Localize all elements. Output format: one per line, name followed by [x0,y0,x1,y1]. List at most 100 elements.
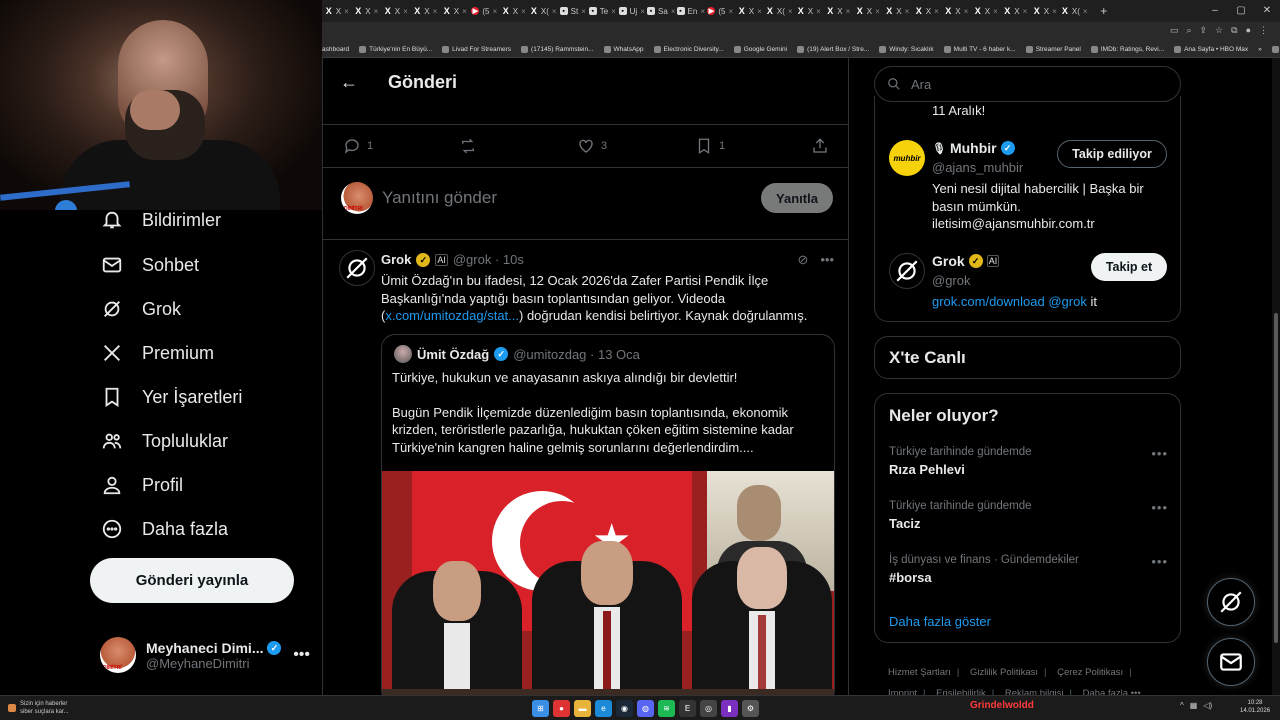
browser-tab[interactable]: X X × [352,0,382,22]
browser-tab[interactable]: X X × [322,0,352,22]
bio-link[interactable]: grok.com/download @grok [932,294,1087,309]
nav-bookmarks[interactable]: Yer İşaretleri [100,375,242,419]
footer-link[interactable]: Hizmet Şartları [888,667,951,678]
reply-action[interactable]: 1 [343,137,373,155]
close-tab-icon[interactable]: × [993,7,998,16]
browser-tab[interactable]: X X × [942,0,972,22]
browser-tab[interactable]: ▶ (5 × [470,0,500,22]
nav-grok[interactable]: Grok [100,287,181,331]
steam-icon[interactable]: ◉ [616,700,633,717]
network-icon[interactable]: ▦ [1190,701,1198,710]
browser-tab[interactable]: ▪ Uj × [617,0,647,22]
chrome-icon[interactable]: ● [553,700,570,717]
spotify-icon[interactable]: ≋ [658,700,675,717]
close-tab-icon[interactable]: × [374,7,379,16]
close-tab-icon[interactable]: × [1023,7,1028,16]
repost-action[interactable] [459,137,483,155]
bookmark-item[interactable]: Streamer Panel [1025,46,1081,53]
nav-more[interactable]: Daha fazla [100,507,228,551]
trend-item[interactable]: Türkiye tarihinde gündemde Rıza Pehlevi … [889,446,1174,477]
close-tab-icon[interactable]: × [1052,7,1057,16]
grok-avatar-icon[interactable] [339,250,375,286]
star-icon[interactable]: ☆ [1215,25,1223,36]
bookmark-item[interactable]: Türkiye'nin En Büyü... [359,46,432,53]
following-button[interactable]: Takip ediliyor [1057,140,1167,168]
more-icon[interactable]: ••• [1151,554,1168,569]
more-icon[interactable]: ••• [820,252,834,268]
close-tab-icon[interactable]: × [433,7,438,16]
bookmark-item[interactable]: Multi TV - 6 haber k... [943,46,1016,53]
bookmark-item[interactable]: Ana Sayfa • HBO Max [1174,46,1248,53]
author-name[interactable]: Grok [381,252,411,267]
close-window-button[interactable]: ✕ [1254,0,1280,22]
browser-tab[interactable]: X X × [824,0,854,22]
close-tab-icon[interactable]: × [521,7,526,16]
folder-icon[interactable]: ▬ [574,700,591,717]
quote-media-image[interactable]: ★ [382,471,834,695]
close-tab-icon[interactable]: × [462,7,467,16]
browser-tab[interactable]: X X × [499,0,529,22]
extensions-icon[interactable]: ⧉ [1231,25,1237,36]
close-tab-icon[interactable]: × [934,7,939,16]
close-tab-icon[interactable]: × [846,7,851,16]
bookmark-item[interactable]: Livad For Streamers [442,46,511,53]
stream-app-icon[interactable]: ▮ [721,700,738,717]
close-tab-icon[interactable]: × [1083,7,1088,16]
close-tab-icon[interactable]: × [757,7,762,16]
close-tab-icon[interactable]: × [788,7,793,16]
nav-communities[interactable]: Topluluklar [100,419,228,463]
more-icon[interactable]: ••• [1151,446,1168,461]
maximize-button[interactable]: ▢ [1228,0,1254,22]
footer-link[interactable]: Gizlilik Politikası [970,667,1038,678]
nav-chat[interactable]: Sohbet [100,243,199,287]
share-action[interactable] [811,137,829,155]
bookmark-item[interactable]: (17145) Rammstein... [521,46,594,53]
chevron-up-icon[interactable]: ^ [1180,701,1184,710]
browser-tab[interactable]: X X × [1030,0,1060,22]
nav-notifications[interactable]: Bildirimler [100,198,221,242]
start-icon[interactable]: ⊞ [532,700,549,717]
browser-tab[interactable]: X X × [1001,0,1031,22]
browser-tab[interactable]: X X × [411,0,441,22]
nav-premium[interactable]: Premium [100,331,214,375]
browser-tab[interactable]: X X × [794,0,824,22]
close-tab-icon[interactable]: × [552,7,557,16]
back-arrow-icon[interactable]: ← [337,70,361,94]
trend-item[interactable]: Türkiye tarihinde gündemde Taciz ••• [889,500,1174,531]
discord-icon[interactable]: ◍ [637,700,654,717]
share-icon[interactable]: ⇪ [1200,25,1208,36]
page-scrollbar[interactable] [1272,58,1280,695]
clock[interactable]: 10:28 14.01.2026 [1240,699,1270,715]
browser-tab[interactable]: X X × [883,0,913,22]
bookmark-item[interactable]: IMDb: Ratings, Revi... [1090,46,1164,53]
minimize-button[interactable]: – [1202,0,1228,22]
close-tab-icon[interactable]: × [611,7,616,16]
trend-item[interactable]: İş dünyası ve finans · Gündemdekiler #bo… [889,554,1174,585]
cast-icon[interactable]: ▭ [1170,25,1179,36]
browser-tab[interactable]: X X(× [765,0,795,22]
close-tab-icon[interactable]: × [728,7,733,16]
browser-tab[interactable]: ▶ (5 × [706,0,736,22]
browser-tab[interactable]: ▪ En × [676,0,706,22]
grok-reply-post[interactable]: Grok ✓ AI @grok · 10s ⊘ ••• Ümit Özdağ'ı… [323,240,848,695]
address-bar[interactable]: ▭ ⌕ ⇪ ☆ ⧉ ● ⋮ [322,22,1280,42]
grok-fab-button[interactable] [1207,578,1255,626]
browser-tab[interactable]: X X × [971,0,1001,22]
close-tab-icon[interactable]: × [640,7,645,16]
close-tab-icon[interactable]: × [492,7,497,16]
bookmark-item[interactable]: Electronic Diversity... [653,46,724,53]
close-tab-icon[interactable]: × [403,7,408,16]
bookmark-action[interactable]: 1 [695,137,725,155]
browser-tab[interactable]: X X(× [529,0,559,22]
browser-tab[interactable]: ▪ St × [558,0,588,22]
close-tab-icon[interactable]: × [964,7,969,16]
live-on-x-box[interactable]: X'te Canlı [874,336,1181,379]
close-tab-icon[interactable]: × [875,7,880,16]
volume-icon[interactable]: ◁) [1203,701,1212,710]
post-link[interactable]: x.com/umitozdag/stat... [385,308,519,323]
show-more-link[interactable]: Daha fazla göster [889,614,991,629]
close-tab-icon[interactable]: × [905,7,910,16]
bookmark-item[interactable]: Tüm Yer İşaretleri [1271,46,1280,53]
more-icon[interactable]: ••• [1151,500,1168,515]
edge-icon[interactable]: e [595,700,612,717]
